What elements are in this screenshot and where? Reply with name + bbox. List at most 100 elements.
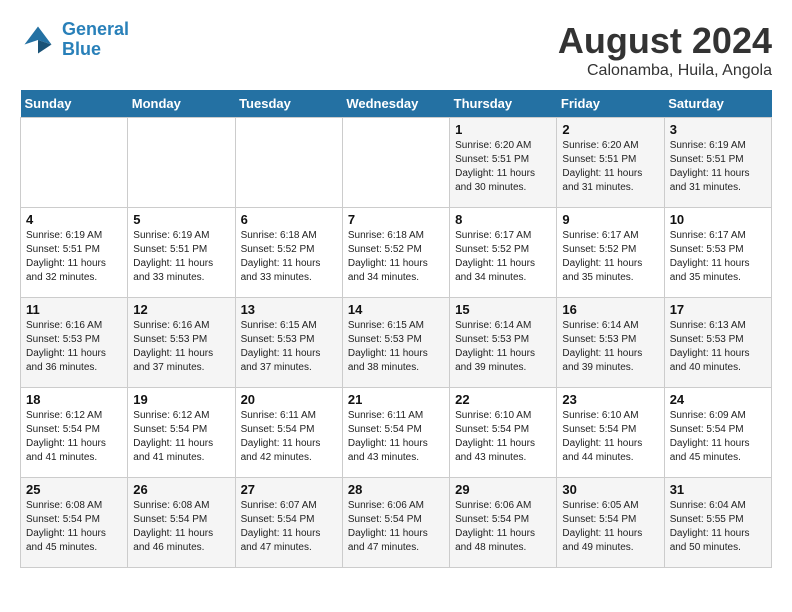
day-content: Sunrise: 6:19 AM Sunset: 5:51 PM Dayligh…: [26, 229, 122, 285]
day-number: 23: [562, 392, 658, 407]
day-content: Sunrise: 6:14 AM Sunset: 5:53 PM Dayligh…: [562, 319, 658, 375]
day-content: Sunrise: 6:15 AM Sunset: 5:53 PM Dayligh…: [241, 319, 337, 375]
day-content: Sunrise: 6:10 AM Sunset: 5:54 PM Dayligh…: [455, 409, 551, 465]
calendar-cell: 7Sunrise: 6:18 AM Sunset: 5:52 PM Daylig…: [342, 208, 449, 298]
calendar-cell: 23 Sunrise: 6:10 AM Sunset: 5:54 PM Dayli…: [557, 388, 664, 478]
logo: General Blue: [20, 20, 129, 60]
day-content: Sunrise: 6:13 AM Sunset: 5:53 PM Dayligh…: [670, 319, 766, 375]
day-content: Sunrise: 6:18 AM Sunset: 5:52 PM Dayligh…: [241, 229, 337, 285]
title-block: August 2024 Calonamba, Huila, Angola: [558, 20, 772, 80]
weekday-header-sunday: Sunday: [21, 90, 128, 118]
calendar-cell: 29 Sunrise: 6:06 AM Sunset: 5:54 PM Dayli…: [450, 478, 557, 568]
day-content: Sunrise: 6:07 AM Sunset: 5:54 PM Dayligh…: [241, 499, 337, 555]
calendar-cell: 3 Sunrise: 6:19 AM Sunset: 5:51 PM Daylig…: [664, 118, 771, 208]
day-content: Sunrise: 6:17 AM Sunset: 5:52 PM Dayligh…: [455, 229, 551, 285]
weekday-header-tuesday: Tuesday: [235, 90, 342, 118]
weekday-header-saturday: Saturday: [664, 90, 771, 118]
page-header: General Blue August 2024 Calonamba, Huil…: [20, 20, 772, 80]
day-content: Sunrise: 6:18 AM Sunset: 5:52 PM Dayligh…: [348, 229, 444, 285]
calendar-cell: 25 Sunrise: 6:08 AM Sunset: 5:54 PM Dayli…: [21, 478, 128, 568]
day-number: 12: [133, 302, 229, 317]
calendar-week-5: 25 Sunrise: 6:08 AM Sunset: 5:54 PM Dayli…: [21, 478, 772, 568]
calendar-cell: [235, 118, 342, 208]
day-number: 10: [670, 212, 766, 227]
day-number: 30: [562, 482, 658, 497]
day-content: Sunrise: 6:12 AM Sunset: 5:54 PM Dayligh…: [26, 409, 122, 465]
day-number: 29: [455, 482, 551, 497]
day-content: Sunrise: 6:11 AM Sunset: 5:54 PM Dayligh…: [241, 409, 337, 465]
calendar-cell: 4 Sunrise: 6:19 AM Sunset: 5:51 PM Daylig…: [21, 208, 128, 298]
day-number: 2: [562, 122, 658, 137]
day-number: 26: [133, 482, 229, 497]
month-title: August 2024: [558, 20, 772, 62]
calendar-cell: 2 Sunrise: 6:20 AM Sunset: 5:51 PM Daylig…: [557, 118, 664, 208]
day-content: Sunrise: 6:20 AM Sunset: 5:51 PM Dayligh…: [562, 139, 658, 195]
day-number: 3: [670, 122, 766, 137]
day-content: Sunrise: 6:16 AM Sunset: 5:53 PM Dayligh…: [133, 319, 229, 375]
day-number: 15: [455, 302, 551, 317]
day-content: Sunrise: 6:06 AM Sunset: 5:54 PM Dayligh…: [348, 499, 444, 555]
weekday-header-thursday: Thursday: [450, 90, 557, 118]
day-number: 22: [455, 392, 551, 407]
day-content: Sunrise: 6:08 AM Sunset: 5:54 PM Dayligh…: [26, 499, 122, 555]
calendar-cell: 20 Sunrise: 6:11 AM Sunset: 5:54 PM Dayli…: [235, 388, 342, 478]
weekday-header-wednesday: Wednesday: [342, 90, 449, 118]
weekday-header-friday: Friday: [557, 90, 664, 118]
calendar-cell: 30Sunrise: 6:05 AM Sunset: 5:54 PM Dayli…: [557, 478, 664, 568]
day-content: Sunrise: 6:11 AM Sunset: 5:54 PM Dayligh…: [348, 409, 444, 465]
day-number: 6: [241, 212, 337, 227]
calendar-cell: 15 Sunrise: 6:14 AM Sunset: 5:53 PM Dayli…: [450, 298, 557, 388]
day-number: 14: [348, 302, 444, 317]
day-number: 11: [26, 302, 122, 317]
calendar-week-3: 11 Sunrise: 6:16 AM Sunset: 5:53 PM Dayli…: [21, 298, 772, 388]
calendar-cell: 19 Sunrise: 6:12 AM Sunset: 5:54 PM Dayli…: [128, 388, 235, 478]
day-number: 18: [26, 392, 122, 407]
day-content: Sunrise: 6:20 AM Sunset: 5:51 PM Dayligh…: [455, 139, 551, 195]
calendar-cell: 18 Sunrise: 6:12 AM Sunset: 5:54 PM Dayli…: [21, 388, 128, 478]
day-content: Sunrise: 6:16 AM Sunset: 5:53 PM Dayligh…: [26, 319, 122, 375]
day-number: 5: [133, 212, 229, 227]
day-number: 19: [133, 392, 229, 407]
day-number: 27: [241, 482, 337, 497]
location: Calonamba, Huila, Angola: [558, 62, 772, 80]
day-number: 31: [670, 482, 766, 497]
calendar-cell: 1Sunrise: 6:20 AM Sunset: 5:51 PM Daylig…: [450, 118, 557, 208]
calendar-cell: 28 Sunrise: 6:06 AM Sunset: 5:54 PM Dayli…: [342, 478, 449, 568]
day-content: Sunrise: 6:12 AM Sunset: 5:54 PM Dayligh…: [133, 409, 229, 465]
calendar-cell: [342, 118, 449, 208]
logo-text: General Blue: [62, 20, 129, 60]
day-content: Sunrise: 6:14 AM Sunset: 5:53 PM Dayligh…: [455, 319, 551, 375]
day-content: Sunrise: 6:04 AM Sunset: 5:55 PM Dayligh…: [670, 499, 766, 555]
calendar-cell: 21 Sunrise: 6:11 AM Sunset: 5:54 PM Dayli…: [342, 388, 449, 478]
calendar-cell: 22 Sunrise: 6:10 AM Sunset: 5:54 PM Dayli…: [450, 388, 557, 478]
calendar-cell: 27 Sunrise: 6:07 AM Sunset: 5:54 PM Dayli…: [235, 478, 342, 568]
calendar-table: SundayMondayTuesdayWednesdayThursdayFrid…: [20, 90, 772, 568]
logo-icon: [20, 22, 56, 58]
weekday-header-row: SundayMondayTuesdayWednesdayThursdayFrid…: [21, 90, 772, 118]
calendar-week-4: 18 Sunrise: 6:12 AM Sunset: 5:54 PM Dayli…: [21, 388, 772, 478]
day-number: 28: [348, 482, 444, 497]
day-content: Sunrise: 6:19 AM Sunset: 5:51 PM Dayligh…: [670, 139, 766, 195]
day-number: 4: [26, 212, 122, 227]
calendar-week-1: 1Sunrise: 6:20 AM Sunset: 5:51 PM Daylig…: [21, 118, 772, 208]
calendar-cell: 17 Sunrise: 6:13 AM Sunset: 5:53 PM Dayli…: [664, 298, 771, 388]
day-content: Sunrise: 6:06 AM Sunset: 5:54 PM Dayligh…: [455, 499, 551, 555]
day-content: Sunrise: 6:15 AM Sunset: 5:53 PM Dayligh…: [348, 319, 444, 375]
day-number: 8: [455, 212, 551, 227]
day-number: 25: [26, 482, 122, 497]
calendar-cell: 5 Sunrise: 6:19 AM Sunset: 5:51 PM Daylig…: [128, 208, 235, 298]
day-content: Sunrise: 6:17 AM Sunset: 5:52 PM Dayligh…: [562, 229, 658, 285]
day-number: 17: [670, 302, 766, 317]
day-content: Sunrise: 6:08 AM Sunset: 5:54 PM Dayligh…: [133, 499, 229, 555]
calendar-cell: 12 Sunrise: 6:16 AM Sunset: 5:53 PM Dayli…: [128, 298, 235, 388]
weekday-header-monday: Monday: [128, 90, 235, 118]
day-number: 21: [348, 392, 444, 407]
calendar-body: 1Sunrise: 6:20 AM Sunset: 5:51 PM Daylig…: [21, 118, 772, 568]
day-content: Sunrise: 6:10 AM Sunset: 5:54 PM Dayligh…: [562, 409, 658, 465]
day-number: 20: [241, 392, 337, 407]
calendar-cell: 16Sunrise: 6:14 AM Sunset: 5:53 PM Dayli…: [557, 298, 664, 388]
day-content: Sunrise: 6:19 AM Sunset: 5:51 PM Dayligh…: [133, 229, 229, 285]
calendar-cell: 8 Sunrise: 6:17 AM Sunset: 5:52 PM Daylig…: [450, 208, 557, 298]
calendar-cell: [128, 118, 235, 208]
day-content: Sunrise: 6:17 AM Sunset: 5:53 PM Dayligh…: [670, 229, 766, 285]
